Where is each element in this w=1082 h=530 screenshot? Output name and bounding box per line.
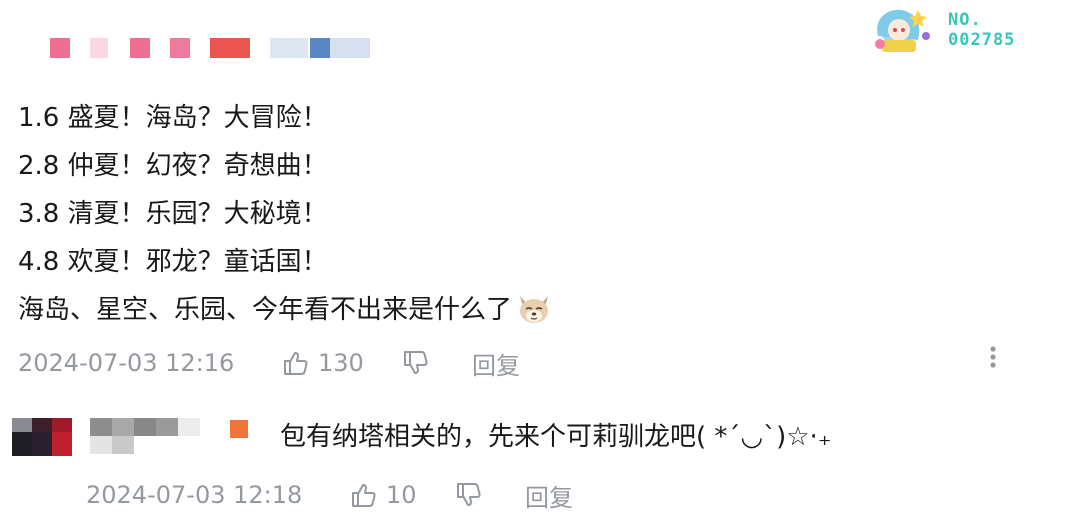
thumbs-up-icon [352,484,376,507]
comment-line: 3.8 清夏！乐园？大秘境！ [18,199,328,229]
mosaic-block [50,38,70,58]
comment-meta-row: 2024-07-03 12:16 [18,346,234,380]
thumbs-down-icon [404,351,428,374]
mosaic-block [52,432,72,456]
dog-emoji-icon [520,296,549,323]
like-count: 130 [318,349,364,377]
comment-line: 2.8 仲夏！幻夜？奇想曲！ [18,151,328,181]
comment-line-text: 海岛、星空、乐园、今年看不出来是什么了 [18,295,513,325]
level-badge [230,420,248,438]
mosaic-block [156,418,178,436]
mosaic-block [170,38,190,58]
comment-timestamp: 2024-07-03 12:16 [18,349,235,377]
reply-dislike-button[interactable] [455,478,483,512]
mosaic-block [52,418,72,432]
mosaic-block [32,432,52,456]
mosaic-block [12,418,32,432]
mosaic-block [330,38,370,58]
badge-no-label: NO. [948,10,982,30]
reply-like-button[interactable]: 10 [350,478,417,512]
mosaic-block [112,436,134,454]
mosaic-block [310,38,330,58]
mosaic-block [130,38,150,58]
mosaic-block [90,38,108,58]
mosaic-block [12,432,32,456]
comment-line-last: 海岛、星空、乐园、今年看不出来是什么了 [18,286,552,334]
mosaic-block [210,38,250,58]
character-avatar-icon [875,9,930,52]
mosaic-block [90,418,112,436]
reply-button[interactable]: 回复 [472,346,520,380]
thumbs-down-icon [457,483,481,506]
reply-content: 包有纳塔相关的，先来个可莉驯龙吧( *´◡`)☆·₊ [280,422,832,452]
like-button[interactable]: 130 [282,346,364,380]
reply-meta-row: 2024-07-03 12:18 [86,478,302,512]
reply-like-count: 10 [386,481,417,509]
fan-badge[interactable]: NO. 002785 [866,4,1046,56]
thumbs-up-icon [284,352,308,375]
comment-content: 1.6 盛夏！海岛？大冒险！ 2.8 仲夏！幻夜？奇想曲！ 3.8 清夏！乐园？… [18,94,552,334]
mosaic-block [32,418,52,432]
reply-avatar[interactable] [12,418,72,456]
dislike-button[interactable] [402,346,430,380]
comment-line: 4.8 欢夏！邪龙？童话国！ [18,247,328,277]
reply-username-mosaic[interactable] [90,418,200,454]
reply-timestamp: 2024-07-03 12:18 [86,481,303,509]
vertical-dots-icon[interactable] [986,344,1000,372]
reply-label: 回复 [472,351,520,380]
reply-reply-label: 回复 [525,483,573,512]
mosaic-block [90,436,112,454]
reply-reply-button[interactable]: 回复 [525,478,573,512]
mosaic-block [270,38,308,58]
mosaic-block [134,418,156,436]
badge-number: 002785 [948,30,1016,50]
commenter-username-mosaic[interactable] [40,32,380,62]
mosaic-block [178,418,200,436]
comment-line: 1.6 盛夏！海岛？大冒险！ [18,103,328,133]
mosaic-block [112,418,134,436]
